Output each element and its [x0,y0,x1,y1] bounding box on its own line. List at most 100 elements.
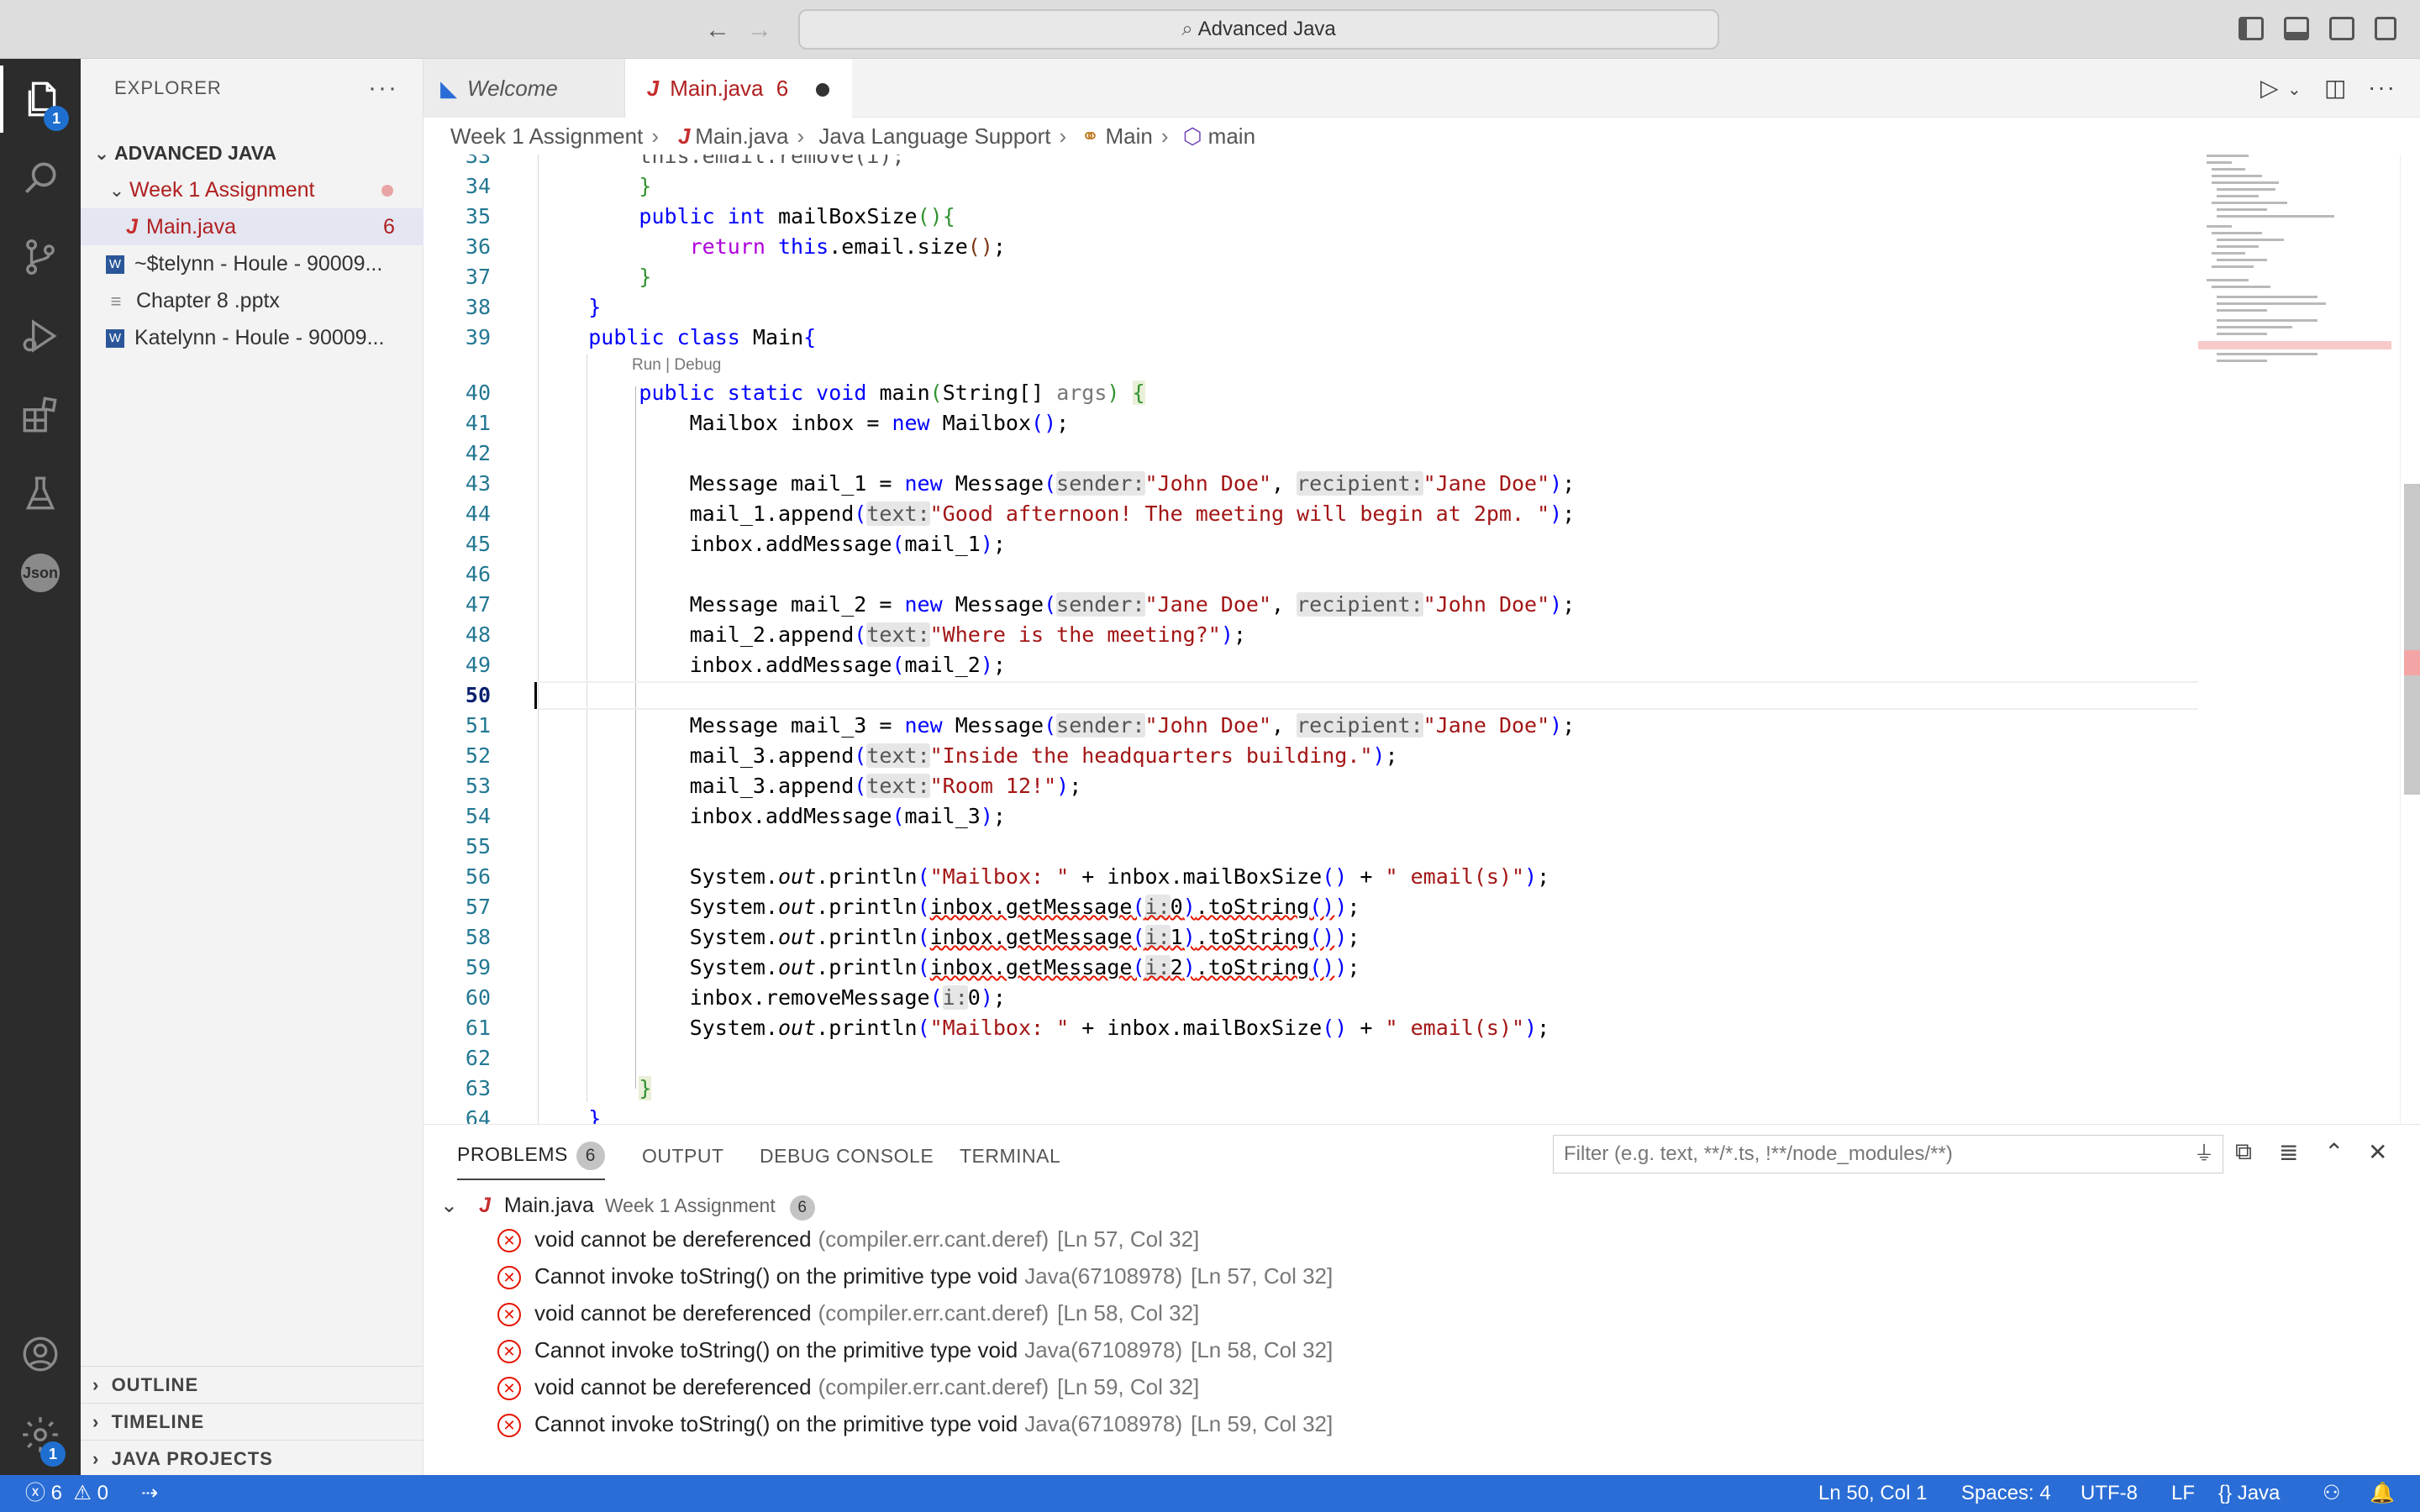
group-count-badge: 6 [789,1195,815,1221]
warning-count: 0 [97,1482,108,1504]
explorer-files-icon[interactable]: 1 [0,66,81,133]
tab-output[interactable]: OUTPUT [642,1145,724,1168]
tab-welcome[interactable]: ◣ Welcome [424,59,625,118]
extensions-icon[interactable] [0,381,81,449]
toggle-secondary-sidebar-icon[interactable] [2329,17,2354,40]
problem-location: [Ln 57, Col 32] [1057,1226,1200,1252]
problem-message: void cannot be dereferenced [534,1226,812,1252]
forward-arrow-icon[interactable]: → [743,13,776,47]
problem-item[interactable]: ✕ Cannot invoke toString() on the primiti… [497,1257,1333,1294]
chevron-down-icon[interactable]: ⌄ [2287,79,2302,100]
code-line: 61 System.out.println("Mailbox: " + inbo… [465,1016,1550,1040]
problems-status[interactable]: ⓧ 6 ⚠ 0 [25,1475,108,1512]
code-line: 64 } [465,1106,602,1124]
file-chapter-8-pptx[interactable]: ≡ Chapter 8 .pptx [81,282,424,319]
minimap[interactable] [2198,155,2400,1124]
live-share-icon[interactable]: ⇢ [141,1475,158,1512]
code-line: 52 mail_3.append(text:"Inside the headqu… [465,743,1398,768]
end-of-line[interactable]: LF [2171,1475,2195,1512]
back-arrow-icon[interactable]: ← [701,13,734,47]
error-icon: ✕ [497,1303,521,1327]
tab-problems[interactable]: PROBLEMS 6 [457,1142,605,1180]
group-file-name: Main.java [503,1194,594,1217]
language-mode[interactable]: {} Java [2218,1475,2280,1512]
source-control-icon[interactable] [0,223,81,291]
unsaved-dot-icon[interactable] [816,83,830,97]
problem-message: Cannot invoke toString() on the primitiv… [534,1337,1018,1362]
notifications-bell-icon[interactable]: 🔔 [2370,1475,2395,1512]
timeline-section[interactable]: › TIMELINE [81,1403,424,1440]
maximize-panel-icon[interactable]: ⌃ [2324,1138,2344,1166]
folder-week-1-assignment[interactable]: ⌄ Week 1 Assignment [81,171,424,208]
more-actions-icon[interactable]: ··· [368,59,398,118]
code-line: 54 inbox.addMessage(mail_3); [465,804,1006,828]
indentation[interactable]: Spaces: 4 [1961,1475,2051,1512]
run-java-icon[interactable]: ▷ [2260,74,2279,102]
breadcrumb-class[interactable]: Main [1105,123,1152,149]
code-editor[interactable]: 33 this.email.remove(i); 34 } 35 public … [424,155,2420,1124]
breadcrumb-method[interactable]: main [1208,123,1255,149]
view-as-list-icon[interactable]: ≣ [2279,1138,2298,1166]
file-katelynn-word-doc[interactable]: W Katelynn - Houle - 90009... [81,319,424,356]
filter-funnel-icon[interactable]: ⏚ [2194,1136,2214,1173]
cursor-position[interactable]: Ln 50, Col 1 [1818,1475,1927,1512]
problem-item[interactable]: ✕ Cannot invoke toString() on the primiti… [497,1331,1333,1368]
error-marker [2404,650,2420,675]
workspace-root[interactable]: ⌄ ADVANCED JAVA [81,134,424,171]
scrollbar-thumb[interactable] [2404,484,2420,795]
tab-label: PROBLEMS [457,1143,568,1165]
code-line: 37 } [465,265,652,289]
java-projects-section[interactable]: › JAVA PROJECTS [81,1440,424,1477]
account-icon[interactable] [0,1320,81,1388]
vertical-scrollbar[interactable] [2400,155,2420,1124]
explorer-title: EXPLORER [114,77,222,98]
customize-layout-icon[interactable] [2375,17,2396,40]
code-line: 47 Message mail_2 = new Message(sender:"… [465,592,1576,617]
toggle-panel-icon[interactable] [2284,17,2309,40]
file-label: Main.java [146,215,236,239]
tab-label: Welcome [467,76,558,101]
tab-main-java[interactable]: J Main.java 6 [625,59,852,118]
breadcrumb-file[interactable]: Main.java [695,123,788,149]
problem-item[interactable]: ✕ void cannot be dereferenced (compiler.er… [497,1368,1199,1405]
settings-gear-icon[interactable]: 1 [0,1401,81,1468]
tab-terminal[interactable]: TERMINAL [960,1145,1060,1168]
status-bar: ⓧ 6 ⚠ 0 ⇢ Ln 50, Col 1 Spaces: 4 UTF-8 L… [0,1475,2420,1512]
outline-section[interactable]: › OUTLINE [81,1366,424,1403]
code-line: 36 return this.email.size(); [465,234,1006,259]
toggle-primary-sidebar-icon[interactable] [2238,17,2264,40]
breadcrumb-language-support[interactable]: Java Language Support [818,123,1050,149]
error-icon: ✕ [497,1266,521,1290]
split-editor-icon[interactable]: ◫ [2324,74,2346,102]
more-actions-icon[interactable]: ··· [2368,74,2396,101]
problems-file-group[interactable]: ⌄ J Main.java Week 1 Assignment 6 [440,1189,815,1222]
collapse-all-icon[interactable]: ⧉ [2235,1138,2252,1166]
feedback-icon[interactable]: ⚇ [2323,1475,2341,1512]
testing-icon[interactable] [0,460,81,528]
activity-bar: 1 Json 1 [0,59,81,1475]
tab-debug-console[interactable]: DEBUG CONSOLE [760,1145,934,1168]
problem-message: void cannot be dereferenced [534,1374,812,1399]
file-temp-word-doc[interactable]: W ~$telynn - Houle - 90009... [81,245,424,282]
breadcrumb-folder[interactable]: Week 1 Assignment [450,123,643,149]
code-line: 35 public int mailBoxSize(){ [465,204,955,228]
run-debug-icon[interactable] [0,302,81,370]
code-line: 41 Mailbox inbox = new Mailbox(); [465,411,1070,435]
problem-item[interactable]: ✕ void cannot be dereferenced (compiler.er… [497,1221,1199,1257]
problem-item[interactable]: ✕ Cannot invoke toString() on the primiti… [497,1405,1333,1442]
close-panel-icon[interactable]: ✕ [2368,1138,2387,1166]
code-line: 33 this.email.remove(i); [465,155,905,168]
problem-location: [Ln 59, Col 32] [1057,1374,1200,1399]
json-icon[interactable]: Json [0,539,81,606]
command-center-search[interactable]: ⌕ Advanced Java [798,9,1719,50]
file-main-java[interactable]: J Main.java 6 [81,208,424,245]
code-line: 53 mail_3.append(text:"Room 12!"); [465,774,1082,798]
codelens-run-debug[interactable]: Run | Debug [632,353,721,378]
search-icon[interactable] [0,144,81,212]
settings-badge: 1 [40,1441,66,1467]
file-encoding[interactable]: UTF-8 [2081,1475,2138,1512]
problem-item[interactable]: ✕ void cannot be dereferenced (compiler.er… [497,1294,1199,1331]
file-label: ~$telynn - Houle - 90009... [134,252,383,276]
problem-source: (compiler.err.cant.deref) [818,1374,1050,1399]
problems-filter-input[interactable]: Filter (e.g. text, **/*.ts, !**/node_mod… [1553,1135,2223,1173]
